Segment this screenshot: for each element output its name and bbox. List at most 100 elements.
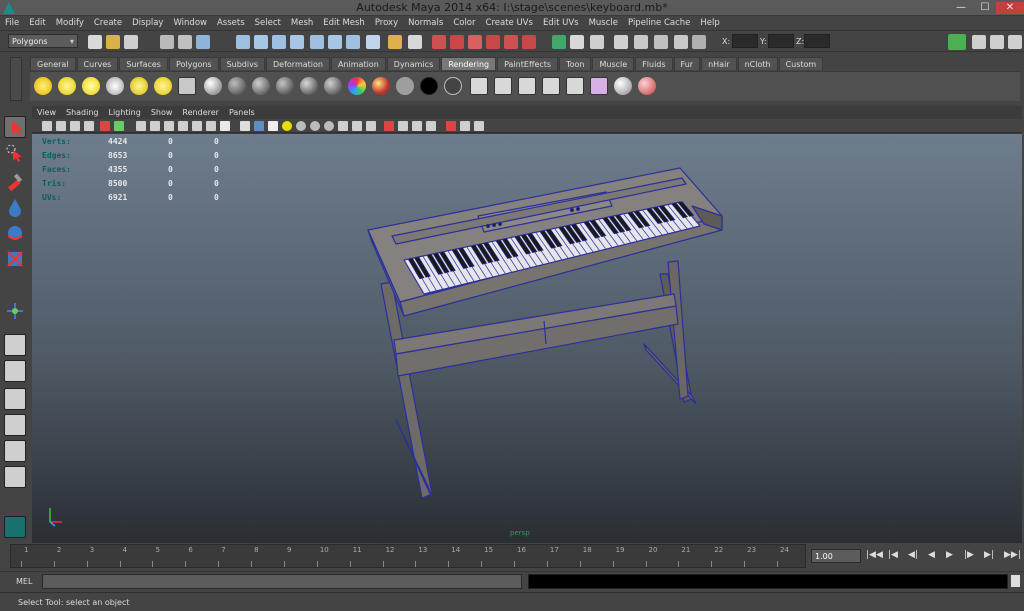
channel-box-icon[interactable] (990, 35, 1004, 49)
smooth-shade-icon[interactable] (220, 121, 230, 131)
anisotropic-shader-icon[interactable] (228, 77, 246, 95)
current-frame-field[interactable]: 1.00 (811, 549, 861, 563)
render-settings-shelf-icon[interactable] (542, 77, 560, 95)
scale-tool-icon[interactable] (4, 248, 26, 270)
attribute-icon[interactable] (614, 35, 628, 49)
xray-joints-icon[interactable] (384, 121, 394, 131)
hypershade-layout-icon[interactable] (4, 440, 26, 462)
tool-settings-icon[interactable] (654, 35, 668, 49)
step-forward-key-icon[interactable]: ▶| (984, 550, 994, 560)
isolate-icon[interactable] (446, 121, 456, 131)
wireframe-on-shaded-icon[interactable] (240, 121, 250, 131)
ramp-shader-icon[interactable] (348, 77, 366, 95)
depth-of-field-icon[interactable] (352, 121, 362, 131)
panel-menu-show[interactable]: Show (146, 108, 178, 117)
snap-grid-icon[interactable] (310, 35, 324, 49)
render-layer-icon[interactable] (522, 35, 536, 49)
panel-menu-panels[interactable]: Panels (224, 108, 260, 117)
menu-edit[interactable]: Edit (24, 18, 50, 28)
backface-icon[interactable] (474, 121, 484, 131)
use-background-icon[interactable] (420, 77, 438, 95)
render-view-icon[interactable] (486, 35, 500, 49)
render-icon[interactable] (470, 77, 488, 95)
z-field[interactable] (804, 34, 830, 48)
persp-graph-layout-icon[interactable] (4, 414, 26, 436)
menu-create[interactable]: Create (89, 18, 127, 28)
menu-assets[interactable]: Assets (212, 18, 250, 28)
show-hide-sidebar-icon[interactable] (948, 34, 966, 50)
x-field[interactable] (732, 34, 758, 48)
resolution-gate-icon[interactable] (136, 121, 146, 131)
persp-trax-layout-icon[interactable] (4, 466, 26, 488)
input-output-icon[interactable] (552, 35, 566, 49)
menu-file[interactable]: File (0, 18, 24, 28)
transform-icon[interactable] (674, 35, 688, 49)
close-button[interactable]: ✕ (996, 2, 1024, 14)
render-current-icon[interactable] (432, 35, 446, 49)
rotate-tool-icon[interactable] (4, 222, 26, 244)
go-to-start-icon[interactable]: |◀◀ (866, 550, 883, 560)
shelf-tab-ncloth[interactable]: nCloth (737, 57, 778, 70)
panel-menu-lighting[interactable]: Lighting (103, 108, 145, 117)
gate-mask-icon[interactable] (150, 121, 160, 131)
shelf-tab-deformation[interactable]: Deformation (266, 57, 330, 70)
shelf-tab-surfaces[interactable]: Surfaces (119, 57, 168, 70)
surface-shader-grey-icon[interactable] (396, 77, 414, 95)
shelf-tab-subdivs[interactable]: Subdivs (219, 57, 266, 70)
keyboard-model[interactable] (32, 134, 1022, 543)
shelf-tab-toon[interactable]: Toon (559, 57, 592, 70)
menu-normals[interactable]: Normals (403, 18, 448, 28)
single-perspective-layout-icon[interactable] (4, 334, 26, 356)
shelf-tab-custom[interactable]: Custom (778, 57, 824, 70)
four-view-layout-icon[interactable] (4, 360, 26, 382)
panel-menu-view[interactable]: View (32, 108, 61, 117)
select-tool-icon[interactable] (4, 116, 26, 138)
step-back-frame-icon[interactable]: ◀| (908, 550, 918, 560)
select-camera-icon[interactable] (42, 121, 52, 131)
shelf-tab-animation[interactable]: Animation (330, 57, 386, 70)
menu-display[interactable]: Display (127, 18, 168, 28)
shelf-tab-general[interactable]: General (30, 57, 76, 70)
channel-icon[interactable] (570, 35, 584, 49)
screen-space-ao-icon[interactable] (310, 121, 320, 131)
select-vertex-icon[interactable] (236, 35, 250, 49)
minimize-button[interactable]: — (954, 2, 968, 14)
anti-aliasing-icon[interactable] (338, 121, 348, 131)
layout-icon[interactable] (972, 35, 986, 49)
shadows-icon[interactable] (296, 121, 306, 131)
shelf-tab-painteffects[interactable]: PaintEffects (497, 57, 559, 70)
go-to-end-icon[interactable]: ▶▶| (1004, 550, 1021, 560)
select-face-icon[interactable] (272, 35, 286, 49)
outliner-icon[interactable] (1008, 35, 1022, 49)
phong-shader-icon[interactable] (300, 77, 318, 95)
shelf-tab-fluids[interactable]: Fluids (635, 57, 673, 70)
phonge-shader-icon[interactable] (324, 77, 342, 95)
camera-attributes-icon[interactable] (56, 121, 66, 131)
grid-icon[interactable] (100, 121, 110, 131)
perspective-viewport[interactable]: Verts: 4424 0 0 Edges: 8653 0 0 Faces: 4… (32, 134, 1022, 543)
layered-shader-icon[interactable] (444, 77, 462, 95)
render-settings-icon[interactable] (468, 35, 482, 49)
paint-icon[interactable] (638, 77, 656, 95)
menu-modify[interactable]: Modify (51, 18, 89, 28)
xray-active-icon[interactable] (398, 121, 408, 131)
film-gate-icon[interactable] (114, 121, 124, 131)
shelf-tab-dynamics[interactable]: Dynamics (386, 57, 441, 70)
select-object-icon[interactable] (178, 35, 192, 49)
shelf-tab-fur[interactable]: Fur (673, 57, 701, 70)
motion-blur-icon[interactable] (324, 121, 334, 131)
shelf-tab-nhair[interactable]: nHair (701, 57, 737, 70)
frame-all-icon[interactable] (426, 121, 436, 131)
menu-create-uvs[interactable]: Create UVs (481, 18, 538, 28)
menu-window[interactable]: Window (168, 18, 212, 28)
step-back-key-icon[interactable]: |◀ (888, 550, 898, 560)
material-icon[interactable] (614, 77, 632, 95)
shelf-tab-muscle[interactable]: Muscle (592, 57, 635, 70)
open-scene-icon[interactable] (106, 35, 120, 49)
isolate-select-icon[interactable] (366, 121, 376, 131)
blinn-shader-icon[interactable] (252, 77, 270, 95)
select-component-icon[interactable] (196, 35, 210, 49)
two-sided-icon[interactable] (460, 121, 470, 131)
volume-light-icon[interactable] (178, 77, 196, 95)
menu-set-dropdown[interactable]: Polygons (8, 34, 78, 48)
